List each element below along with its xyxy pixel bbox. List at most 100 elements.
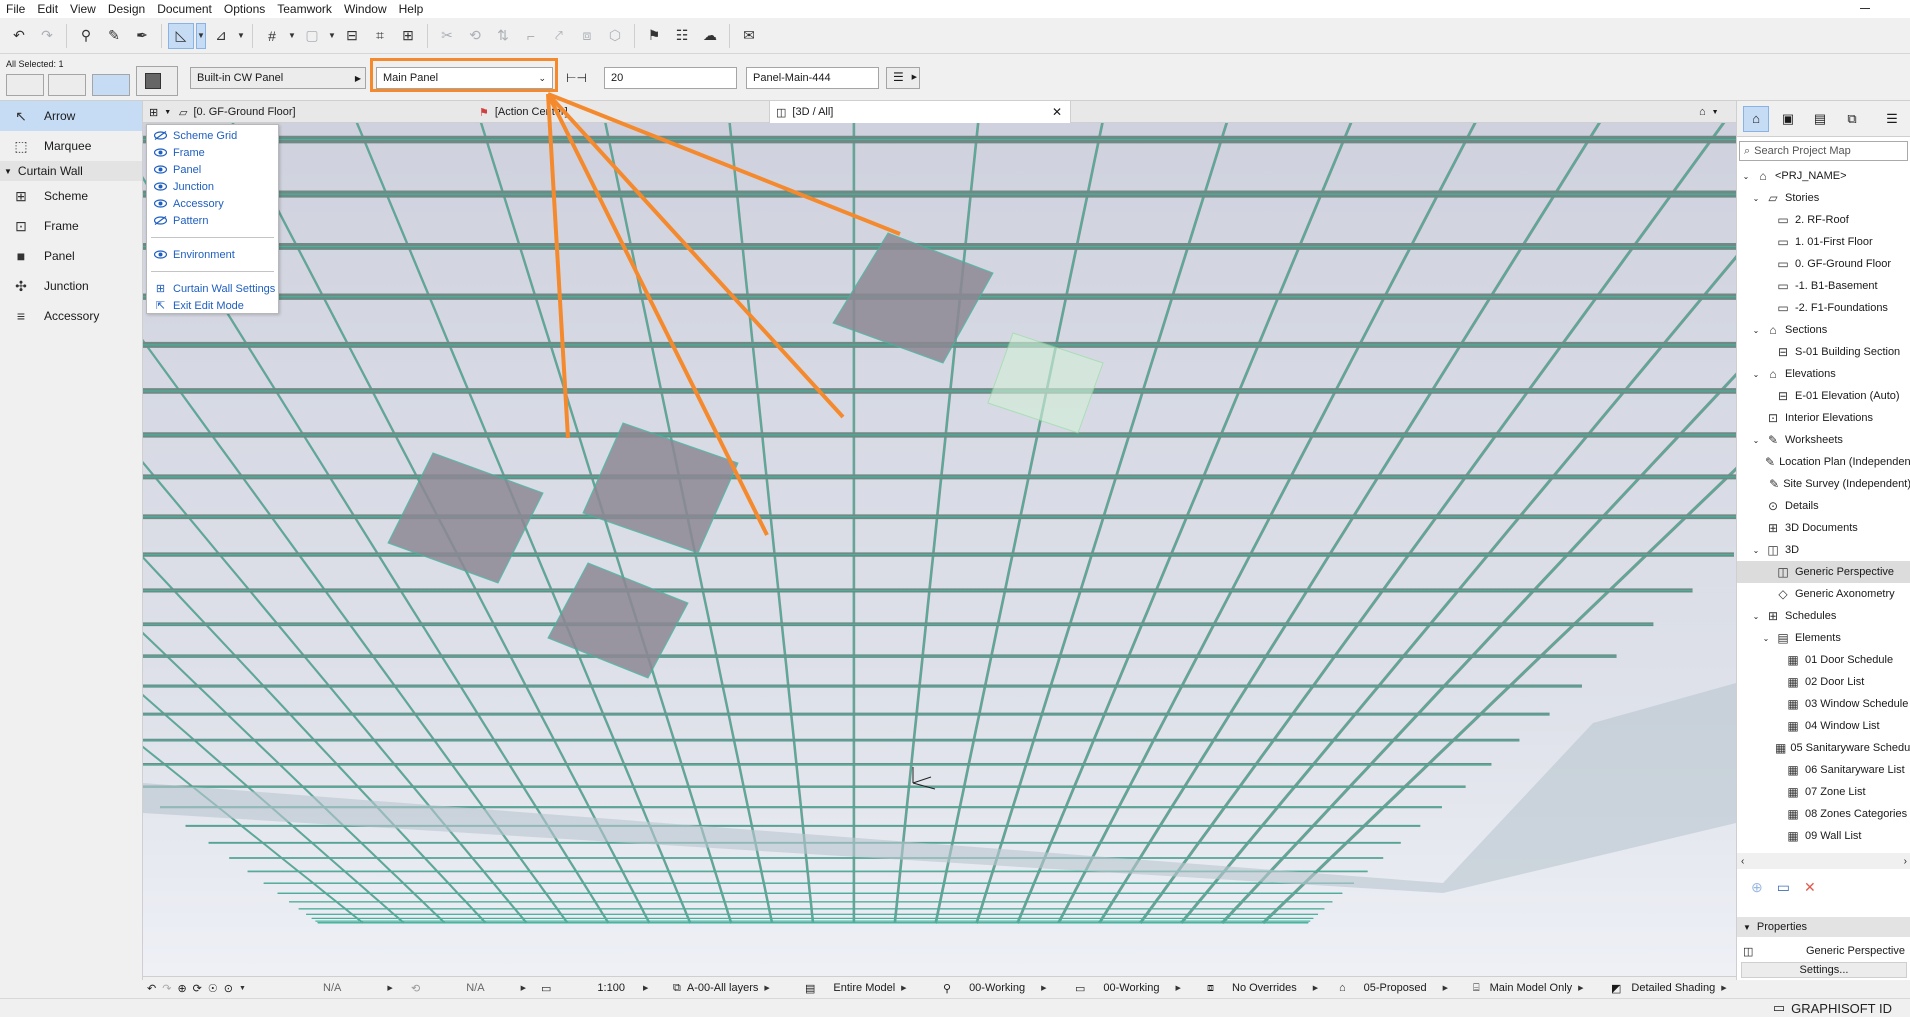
exit-edit-mode-link[interactable]: ⇱ Exit Edit Mode: [147, 297, 278, 314]
chevron-down-icon[interactable]: ⌄: [1751, 194, 1761, 203]
find-select-icon[interactable]: ⚲: [73, 23, 99, 49]
undo-view-icon[interactable]: ↶: [147, 982, 156, 995]
view-map-icon[interactable]: ▣: [1775, 106, 1801, 132]
panel-settings-box[interactable]: ☰ ▶: [886, 67, 920, 89]
panel-id-input[interactable]: Panel-Main-444: [746, 67, 879, 89]
menu-edit[interactable]: Edit: [31, 0, 64, 18]
delete-icon[interactable]: ✕: [1804, 879, 1816, 896]
tab-action-center[interactable]: ⚑ [Action Center]: [473, 101, 761, 123]
magic-wand-box[interactable]: [92, 74, 130, 96]
sb-shading[interactable]: ◩ Detailed Shading ▶: [1611, 977, 1727, 999]
project-map-item[interactable]: ⊡ Interior Elevations: [1737, 407, 1910, 429]
flag-icon[interactable]: ⚑: [641, 23, 667, 49]
guide-line-icon[interactable]: ◺: [168, 22, 194, 49]
suspend-groups-icon[interactable]: ▢: [299, 23, 325, 49]
chevron-down-icon[interactable]: ⌄: [1751, 370, 1761, 379]
add-view-icon[interactable]: ⊕: [1751, 879, 1763, 896]
project-map-item[interactable]: ⌄ ⌂ <PRJ_NAME>: [1737, 165, 1910, 187]
project-map-item[interactable]: ▭ -2. F1-Foundations: [1737, 297, 1910, 319]
zoom-fit-icon[interactable]: ⊙: [224, 982, 233, 995]
close-icon[interactable]: ✕: [1052, 105, 1062, 119]
chevron-right-icon[interactable]: ›: [1904, 856, 1907, 867]
cw-visibility-frame[interactable]: Frame: [147, 144, 278, 161]
project-map-item[interactable]: ⌄ ▤ Elements: [1737, 627, 1910, 649]
chevron-down-icon[interactable]: ⌄: [1751, 326, 1761, 335]
tab-ground-floor[interactable]: ▱ [0. GF-Ground Floor]: [173, 101, 513, 123]
cw-visibility-environment[interactable]: Environment: [147, 246, 278, 263]
project-map-item[interactable]: ⌄ ⌂ Sections: [1737, 319, 1910, 341]
inject-parameters-icon[interactable]: ✒: [129, 23, 155, 49]
chevron-down-icon[interactable]: ⌄: [1761, 634, 1771, 643]
project-map-item[interactable]: ✎ Location Plan (Independent): [1737, 451, 1910, 473]
sb-renovation[interactable]: ⌂ 05-Proposed ▶: [1339, 977, 1448, 999]
project-map-item[interactable]: ▦ 04 Window List: [1737, 715, 1910, 737]
rotate-icon[interactable]: ⟲: [462, 23, 488, 49]
grid-snap-icon[interactable]: #: [259, 23, 285, 49]
project-map-item[interactable]: ▦ 02 Door List: [1737, 671, 1910, 693]
project-map-icon[interactable]: ⌂: [1743, 105, 1769, 132]
sb-pen-set[interactable]: ⚲ 00-Working ▶: [943, 977, 1047, 999]
pen-color-box[interactable]: [136, 66, 178, 96]
menu-help[interactable]: Help: [393, 0, 430, 18]
project-map-item[interactable]: ◇ Generic Axonometry: [1737, 583, 1910, 605]
tool-marquee[interactable]: ⬚ Marquee: [0, 131, 142, 161]
project-map-item[interactable]: ▦ 05 Sanitaryware Schedule: [1737, 737, 1910, 759]
curtain-wall-model[interactable]: [143, 123, 1736, 976]
project-map-item[interactable]: ▭ 2. RF-Roof: [1737, 209, 1910, 231]
cw-visibility-pattern[interactable]: Pattern: [147, 212, 278, 229]
sb-zoom[interactable]: N/A ▶: [323, 977, 393, 999]
orbit-icon[interactable]: ⟳: [193, 982, 202, 995]
sb-structure[interactable]: ⌸ Main Model Only ▶: [1473, 977, 1584, 999]
properties-header[interactable]: ▼ Properties: [1737, 917, 1910, 937]
menu-window[interactable]: Window: [338, 0, 393, 18]
tool-junction[interactable]: ✣ Junction: [0, 271, 142, 301]
cw-visibility-panel[interactable]: Panel: [147, 161, 278, 178]
panel-type-field[interactable]: Built-in CW Panel ▶: [190, 67, 366, 89]
cw-visibility-scheme-grid[interactable]: Scheme Grid: [147, 127, 278, 144]
element-snap-icon[interactable]: ⊞: [395, 23, 421, 49]
project-map-item[interactable]: ⊟ E-01 Elevation (Auto): [1737, 385, 1910, 407]
chevron-down-icon[interactable]: ⌄: [1751, 436, 1761, 445]
project-map-item[interactable]: ▦ 01 Door Schedule: [1737, 649, 1910, 671]
project-map-item[interactable]: ▭ 0. GF-Ground Floor: [1737, 253, 1910, 275]
menu-options[interactable]: Options: [218, 0, 271, 18]
clone-icon[interactable]: ▭: [1777, 879, 1790, 896]
mirror-icon[interactable]: ⇅: [490, 23, 516, 49]
project-map-search[interactable]: ⌕ Search Project Map: [1739, 141, 1908, 161]
split-icon[interactable]: ⬡: [602, 23, 628, 49]
publisher-sets-icon[interactable]: ⧉: [1839, 106, 1865, 132]
tool-arrow[interactable]: ↖ Arrow: [0, 101, 142, 131]
project-map-item[interactable]: ⌄ ⌂ Elevations: [1737, 363, 1910, 385]
chevron-down-icon[interactable]: ▼: [327, 23, 337, 49]
project-map-item[interactable]: ⌄ ◫ 3D: [1737, 539, 1910, 561]
sb-angle[interactable]: ⟲ N/A ▶: [411, 977, 526, 999]
toolbox-group-curtain-wall[interactable]: ▼ Curtain Wall: [0, 161, 142, 181]
project-map-item[interactable]: ▦ 08 Zones Categories: [1737, 803, 1910, 825]
issue-manager-icon[interactable]: ☷: [669, 23, 695, 49]
project-map-item[interactable]: ▭ -1. B1-Basement: [1737, 275, 1910, 297]
resize-icon[interactable]: ⧈: [574, 23, 600, 49]
sb-overrides[interactable]: ⧈ No Overrides ▶: [1207, 977, 1318, 999]
project-map-item[interactable]: ⊙ Details: [1737, 495, 1910, 517]
chevron-left-icon[interactable]: ‹: [1741, 856, 1744, 867]
sb-model[interactable]: ▤ Entire Model ▶: [805, 977, 907, 999]
project-map-item[interactable]: ▭ 1. 01-First Floor: [1737, 231, 1910, 253]
project-map-item[interactable]: ⊟ S-01 Building Section: [1737, 341, 1910, 363]
menu-document[interactable]: Document: [151, 0, 218, 18]
menu-file[interactable]: File: [0, 0, 31, 18]
settings-button[interactable]: Settings...: [1741, 962, 1907, 978]
project-map-item[interactable]: ▦ 09 Wall List: [1737, 825, 1910, 847]
walk-icon[interactable]: ☉: [208, 982, 218, 995]
sb-mvo[interactable]: ▭ 00-Working ▶: [1075, 977, 1181, 999]
horizontal-scrollbar[interactable]: ‹ ›: [1737, 853, 1910, 869]
marquee-filter-box[interactable]: [48, 74, 86, 96]
sb-scale[interactable]: ▭ 1:100 ▶: [541, 977, 648, 999]
curtain-wall-settings-link[interactable]: ⊞ Curtain Wall Settings: [147, 280, 278, 297]
trace-icon[interactable]: ⌗: [367, 23, 393, 49]
project-map-item[interactable]: ◫ Generic Perspective: [1737, 561, 1910, 583]
stretch-icon[interactable]: ⤤: [546, 23, 572, 49]
tab-options[interactable]: ⌂ ▼: [1693, 101, 1736, 123]
message-icon[interactable]: ✉: [736, 23, 762, 49]
pick-up-parameters-icon[interactable]: ✎: [101, 23, 127, 49]
redo-view-icon[interactable]: ↷: [162, 982, 171, 995]
